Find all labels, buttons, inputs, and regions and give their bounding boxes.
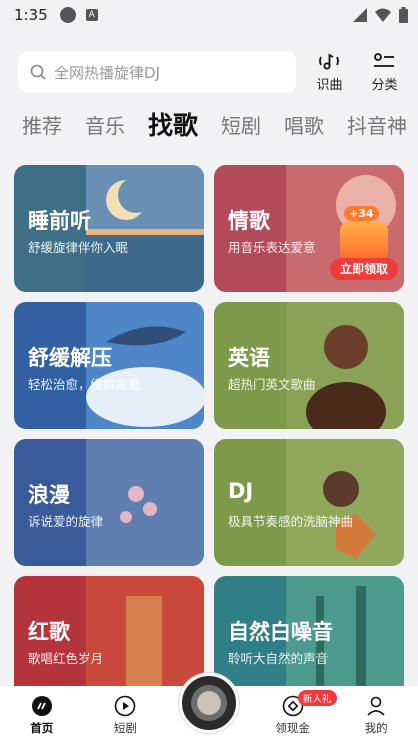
accessibility-icon: A <box>85 9 98 21</box>
card-art-flowers <box>86 439 204 566</box>
card-romance[interactable]: 浪漫 诉说爱的旋律 <box>14 439 204 566</box>
identify-song-button[interactable]: 识曲 <box>308 51 351 93</box>
tab-music[interactable]: 音乐 <box>85 110 125 139</box>
card-title: 红歌 <box>28 620 70 644</box>
card-title: 自然白噪音 <box>228 620 333 644</box>
card-subtitle: 诉说爱的旋律 <box>28 514 104 529</box>
card-subtitle: 歌唱红色岁月 <box>28 651 104 666</box>
status-bar: 1:35 A <box>0 0 418 30</box>
card-sleep[interactable]: 睡前听 舒缓旋律伴你入眠 <box>14 165 204 292</box>
card-subtitle: 用音乐表达爱意 <box>228 240 316 255</box>
card-title: 浪漫 <box>28 483 70 507</box>
card-relax[interactable]: 舒缓解压 轻松治愈，缓解疲惫 <box>14 302 204 429</box>
card-subtitle: 极具节奏感的洗脑神曲 <box>228 514 354 529</box>
status-icons <box>353 7 408 23</box>
search-input[interactable]: 全网热播旋律DJ <box>18 51 296 93</box>
wifi-icon <box>375 8 391 22</box>
card-subtitle: 聆听大自然的声音 <box>228 651 329 666</box>
notification-dot-icon <box>59 7 76 23</box>
tab-douyin[interactable]: 抖音神 <box>347 110 407 139</box>
user-icon <box>367 696 385 716</box>
card-art-moon <box>86 165 204 292</box>
category-icon <box>374 53 395 67</box>
nav-home-label: 首页 <box>30 720 54 735</box>
nav-profile-label: 我的 <box>364 720 388 735</box>
card-title: 英语 <box>228 346 270 370</box>
promo-badge: +34 <box>344 206 379 221</box>
tab-bar: 推荐 音乐 找歌 短剧 唱歌 抖音神 <box>0 102 418 146</box>
card-white-noise[interactable]: 自然白噪音 聆听大自然的声音 <box>214 576 404 703</box>
nav-cash-label: 领现金 <box>275 720 310 735</box>
card-dj[interactable]: DJ 极具节奏感的洗脑神曲 <box>214 439 404 566</box>
nav-home[interactable]: 首页 <box>0 686 84 744</box>
card-subtitle: 超热门英文歌曲 <box>228 377 316 392</box>
play-icon <box>115 695 136 716</box>
home-icon <box>31 695 52 716</box>
nav-profile[interactable]: 我的 <box>334 686 418 744</box>
music-identify-icon <box>319 53 340 70</box>
battery-icon <box>399 7 408 23</box>
card-title: 舒缓解压 <box>28 346 112 370</box>
card-subtitle: 轻松治愈，缓解疲惫 <box>28 377 141 392</box>
nav-short-drama[interactable]: 短剧 <box>84 686 168 744</box>
card-art-singer <box>286 302 404 429</box>
category-button[interactable]: 分类 <box>363 51 406 93</box>
tab-find-songs[interactable]: 找歌 <box>148 106 198 142</box>
reward-promo[interactable]: +34 立即领取 <box>330 203 398 280</box>
nav-short-drama-label: 短剧 <box>113 720 137 735</box>
search-placeholder: 全网热播旋律DJ <box>54 63 160 82</box>
card-title: DJ <box>228 479 254 503</box>
card-art-disco <box>286 439 404 566</box>
new-user-badge: 新人礼 <box>298 690 337 706</box>
tab-recommend[interactable]: 推荐 <box>22 110 62 139</box>
gift-box-icon <box>340 221 388 261</box>
search-row: 全网热播旋律DJ 识曲 分类 <box>18 51 406 93</box>
card-title: 睡前听 <box>28 209 91 233</box>
tab-short-drama[interactable]: 短剧 <box>221 110 261 139</box>
claim-button[interactable]: 立即领取 <box>330 258 398 280</box>
status-time: 1:35 <box>14 6 48 24</box>
card-red-songs[interactable]: 红歌 歌唱红色岁月 <box>14 576 204 703</box>
category-label: 分类 <box>371 78 398 93</box>
search-icon <box>30 64 46 80</box>
identify-song-label: 识曲 <box>316 78 343 93</box>
signal-icon <box>353 8 367 22</box>
card-title: 情歌 <box>228 209 270 233</box>
card-english[interactable]: 英语 超热门英文歌曲 <box>214 302 404 429</box>
card-subtitle: 舒缓旋律伴你入眠 <box>28 240 129 255</box>
now-playing-disc[interactable] <box>179 673 239 733</box>
tab-sing[interactable]: 唱歌 <box>284 110 324 139</box>
